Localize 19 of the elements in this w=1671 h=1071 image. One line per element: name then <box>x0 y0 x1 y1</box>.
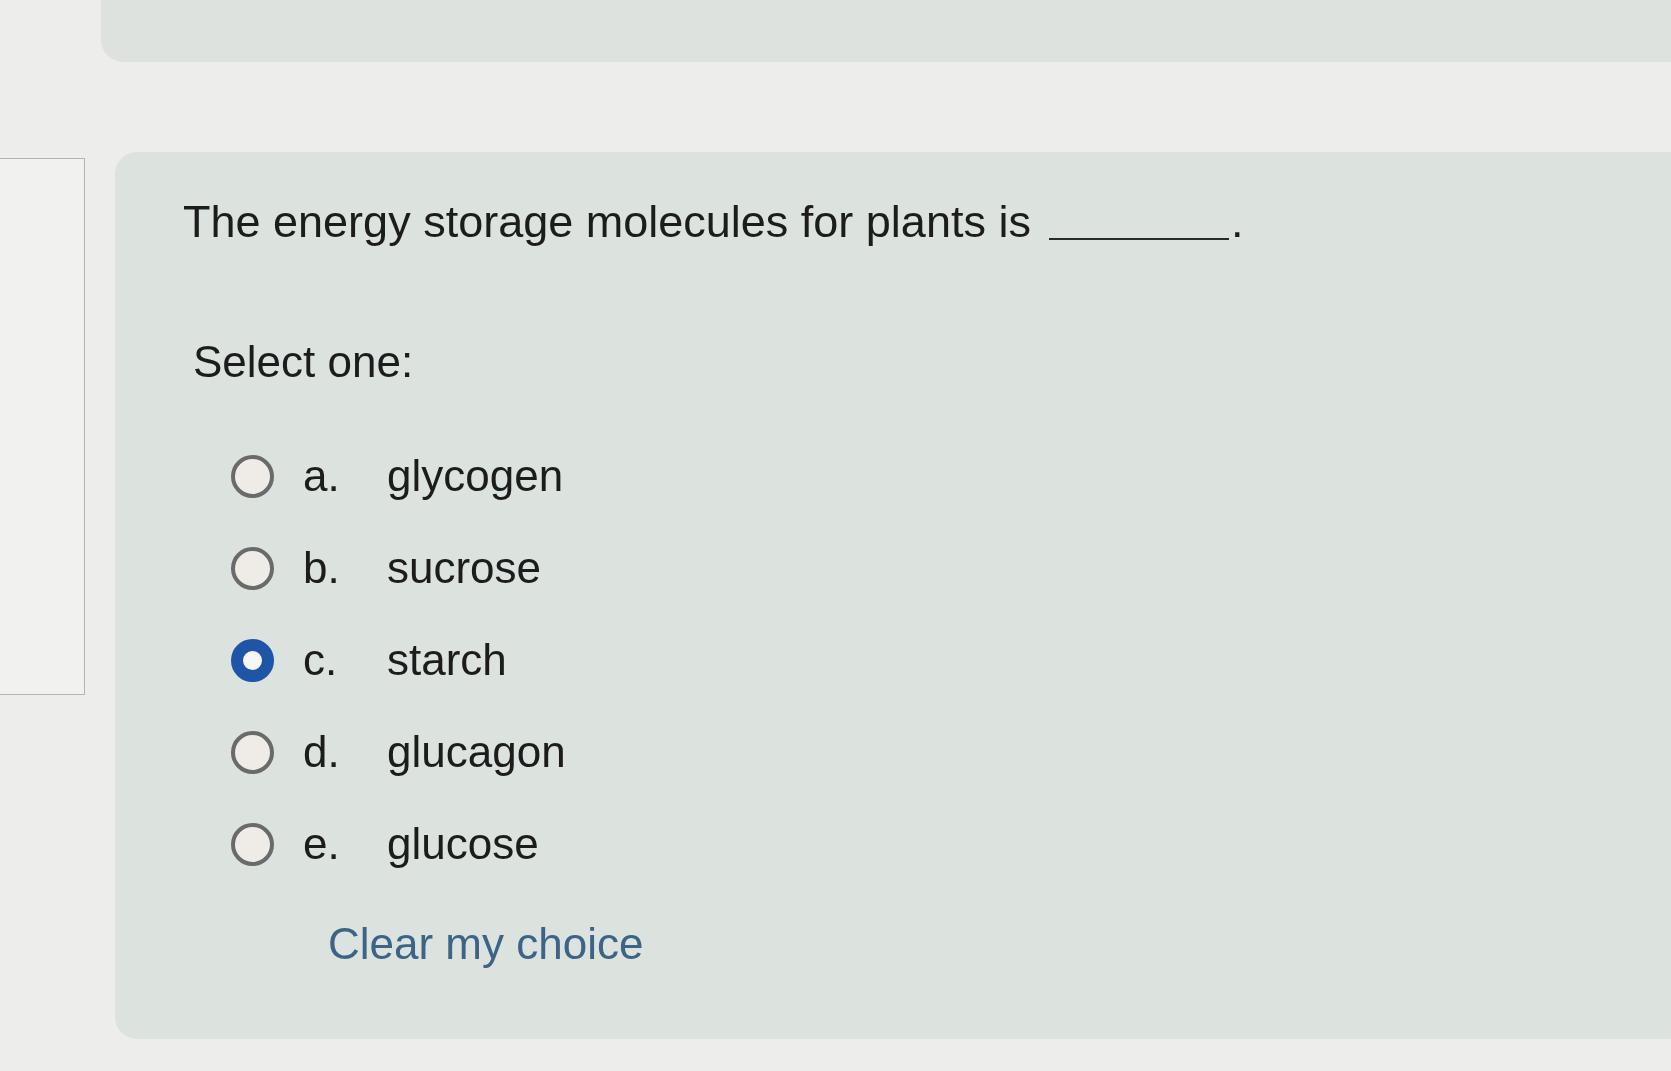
clear-choice-link[interactable]: Clear my choice <box>328 918 644 970</box>
question-period: . <box>1230 195 1244 249</box>
option-letter: a. <box>303 450 341 502</box>
option-label: glycogen <box>387 450 564 502</box>
option-label: glucose <box>387 818 539 870</box>
radio-button[interactable] <box>231 454 274 498</box>
option-label: sucrose <box>387 542 542 594</box>
option-letter: b. <box>303 542 341 594</box>
option-letter: e. <box>303 818 341 870</box>
option-label: starch <box>387 634 507 686</box>
radio-button[interactable] <box>231 822 274 866</box>
select-prompt: Select one: <box>193 336 414 388</box>
radio-button[interactable] <box>231 638 274 682</box>
option-letter: d. <box>303 726 341 778</box>
radio-button[interactable] <box>231 730 274 774</box>
question-text: The energy storage molecules for plants is <box>183 195 1031 249</box>
option-label: glucagon <box>387 726 566 778</box>
option-letter: c. <box>303 634 339 686</box>
radio-button[interactable] <box>231 546 274 590</box>
